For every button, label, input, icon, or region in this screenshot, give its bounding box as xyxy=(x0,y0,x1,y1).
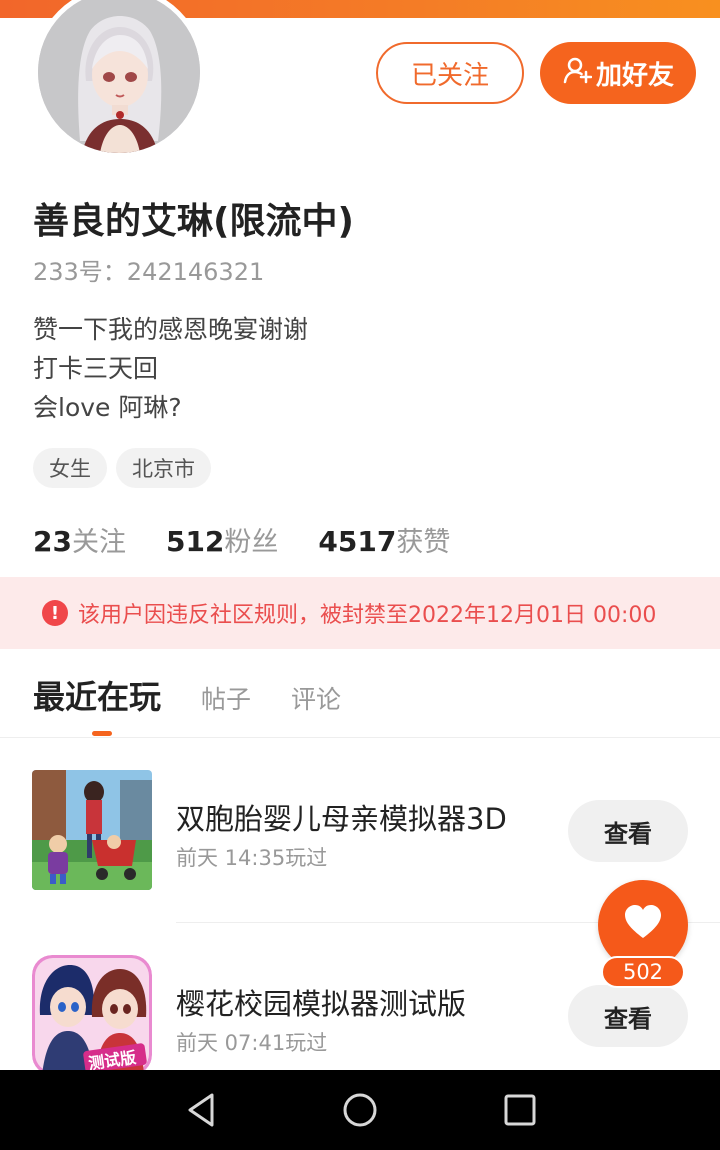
stat-followers[interactable]: 512 粉丝 xyxy=(166,520,278,559)
add-user-icon xyxy=(562,55,593,92)
divider xyxy=(0,737,720,738)
add-friend-button[interactable]: 加好友 xyxy=(540,42,696,104)
tab-comments[interactable]: 评论 xyxy=(291,680,341,716)
recents-icon[interactable] xyxy=(500,1090,540,1130)
back-icon[interactable] xyxy=(182,1090,222,1130)
exclamation-icon: ! xyxy=(42,600,68,626)
profile-tags: 女生 北京市 xyxy=(33,448,211,488)
username: 善良的艾琳(限流中) xyxy=(33,201,354,242)
like-count: 502 xyxy=(601,956,685,988)
ban-notice: ! 该用户因违反社区规则，被封禁至2022年12月01日 00:00 xyxy=(0,577,720,649)
tab-indicator xyxy=(92,731,112,736)
game-thumbnail: 测试版 xyxy=(32,955,152,1075)
game-last-played: 前天 07:41玩过 xyxy=(176,1031,328,1055)
tag-location: 北京市 xyxy=(116,448,211,488)
bio-line: 赞一下我的感恩晚宴谢谢 xyxy=(33,315,309,344)
game-list-item[interactable]: 双胞胎婴儿母亲模拟器3D 前天 14:35玩过 查看 xyxy=(32,770,720,890)
game-last-played: 前天 14:35玩过 xyxy=(176,846,328,870)
stat-label: 关注 xyxy=(71,527,126,558)
tab-recently-played[interactable]: 最近在玩 xyxy=(33,672,161,718)
stats-row: 23 关注 512 粉丝 4517 获赞 xyxy=(33,520,450,559)
tab-posts[interactable]: 帖子 xyxy=(201,680,251,716)
stat-label: 粉丝 xyxy=(224,527,279,558)
avatar[interactable] xyxy=(33,0,205,158)
home-icon[interactable] xyxy=(340,1090,380,1130)
stat-likes[interactable]: 4517 获赞 xyxy=(318,520,450,559)
game-title: 樱花校园模拟器测试版 xyxy=(176,987,467,1021)
bio-line: 打卡三天回 xyxy=(33,354,159,383)
followed-button-label: 已关注 xyxy=(410,60,489,91)
user-id: 233号：242146321 xyxy=(33,258,265,286)
game-title: 双胞胎婴儿母亲模拟器3D xyxy=(176,802,507,836)
bio: 赞一下我的感恩晚宴谢谢 打卡三天回 会love 阿琳? xyxy=(33,310,308,427)
followed-button[interactable]: 已关注 xyxy=(376,42,524,104)
bio-line: 会love 阿琳? xyxy=(33,393,182,422)
view-button[interactable]: 查看 xyxy=(568,800,688,862)
stat-number: 4517 xyxy=(318,525,397,558)
avatar-image xyxy=(38,0,200,153)
tab-bar: 最近在玩 帖子 评论 xyxy=(33,672,341,718)
stat-following[interactable]: 23 关注 xyxy=(33,520,126,559)
stat-number: 512 xyxy=(165,525,225,558)
view-button[interactable]: 查看 xyxy=(568,985,688,1047)
game-thumbnail xyxy=(32,770,152,890)
system-navbar xyxy=(0,1070,720,1150)
tag-gender: 女生 xyxy=(33,448,107,488)
heart-icon xyxy=(623,903,663,947)
add-friend-button-label: 加好友 xyxy=(595,60,674,91)
ban-notice-text: 该用户因违反社区规则，被封禁至2022年12月01日 00:00 xyxy=(78,603,657,628)
stat-number: 23 xyxy=(33,525,72,558)
stat-label: 获赞 xyxy=(396,527,451,558)
